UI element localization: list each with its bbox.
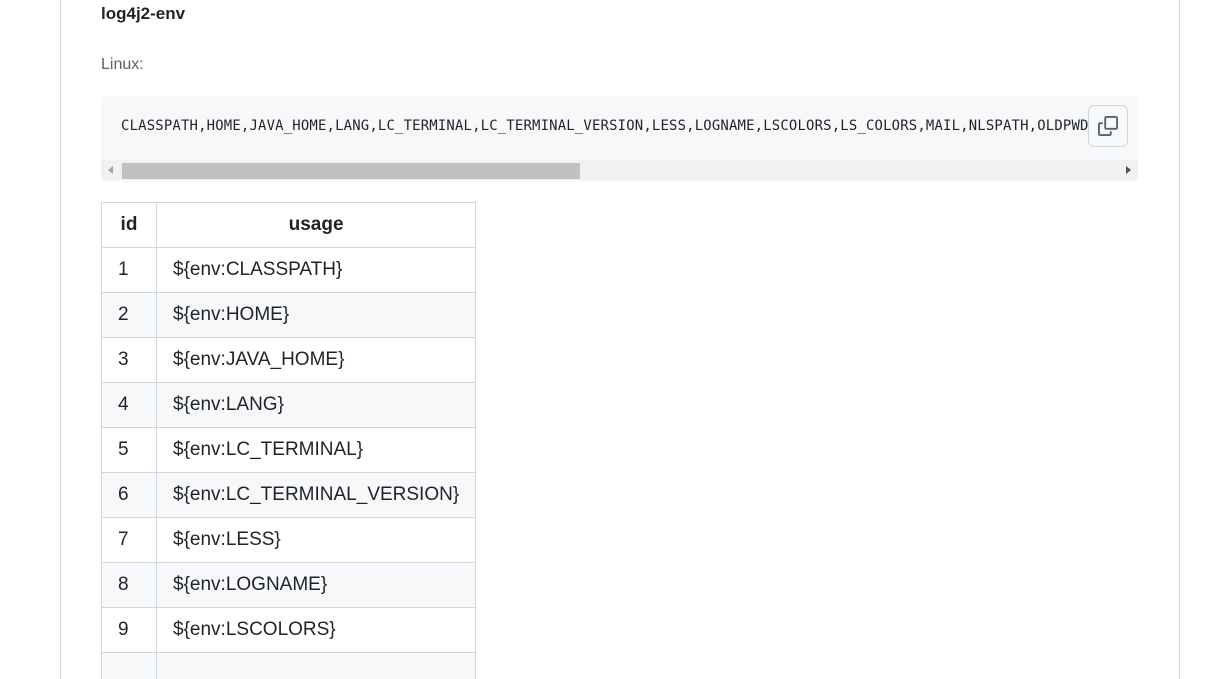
env-usage-table: id usage 1 ${env:CLASSPATH} 2 ${env:HOME… xyxy=(101,202,477,679)
row-id-cell: 6 xyxy=(101,472,157,518)
row-id-cell: 5 xyxy=(101,427,157,473)
row-usage-cell: ${env:LC_TERMINAL_VERSION} xyxy=(155,472,477,518)
row-id-cell: 3 xyxy=(101,337,157,383)
table-row: 3 ${env:JAVA_HOME} xyxy=(101,337,477,383)
table-row: 8 ${env:LOGNAME} xyxy=(101,562,477,608)
markdown-article: log4j2-env Linux: CLASSPATH,HOME,JAVA_HO… xyxy=(60,0,1180,679)
scroll-left-arrow-icon[interactable] xyxy=(101,160,121,180)
table-row: 9 ${env:LSCOLORS} xyxy=(101,607,477,653)
row-id-cell: 2 xyxy=(101,292,157,338)
row-usage-cell: ${env:JAVA_HOME} xyxy=(155,337,477,383)
row-usage-cell: ${env:LOGNAME} xyxy=(155,562,477,608)
row-id-cell: 1 xyxy=(101,247,157,293)
row-usage-cell: ${env:LC_TERMINAL} xyxy=(155,427,477,473)
code-scroll-area[interactable]: CLASSPATH,HOME,JAVA_HOME,LANG,LC_TERMINA… xyxy=(101,96,1138,159)
column-header-id: id xyxy=(101,202,157,248)
code-text[interactable]: CLASSPATH,HOME,JAVA_HOME,LANG,LC_TERMINA… xyxy=(121,118,1089,134)
table-header-row: id usage xyxy=(101,202,477,248)
row-usage-cell: ${env:HOME} xyxy=(155,292,477,338)
copy-button[interactable] xyxy=(1088,105,1128,147)
file-title: log4j2-env xyxy=(101,4,186,23)
row-usage-cell xyxy=(155,652,477,679)
horizontal-scrollbar[interactable] xyxy=(101,160,1138,180)
row-usage-cell: ${env:CLASSPATH} xyxy=(155,247,477,293)
row-id-cell: 7 xyxy=(101,517,157,563)
row-usage-cell: ${env:LSCOLORS} xyxy=(155,607,477,653)
row-id-cell: 9 xyxy=(101,607,157,653)
table-row: 1 ${env:CLASSPATH} xyxy=(101,247,477,293)
scroll-right-arrow-icon[interactable] xyxy=(1118,160,1138,180)
section-label-linux: Linux: xyxy=(101,56,144,73)
row-id-cell: 4 xyxy=(101,382,157,428)
row-usage-cell: ${env:LESS} xyxy=(155,517,477,563)
row-id-cell xyxy=(101,652,157,679)
scrollbar-thumb[interactable] xyxy=(122,163,580,179)
code-block: CLASSPATH,HOME,JAVA_HOME,LANG,LC_TERMINA… xyxy=(101,96,1138,182)
row-usage-cell: ${env:LANG} xyxy=(155,382,477,428)
table-row xyxy=(101,652,477,679)
table-row: 2 ${env:HOME} xyxy=(101,292,477,338)
row-id-cell: 8 xyxy=(101,562,157,608)
table-row: 6 ${env:LC_TERMINAL_VERSION} xyxy=(101,472,477,518)
table-row: 7 ${env:LESS} xyxy=(101,517,477,563)
table-row: 4 ${env:LANG} xyxy=(101,382,477,428)
column-header-usage: usage xyxy=(155,202,477,248)
page: log4j2-env Linux: CLASSPATH,HOME,JAVA_HO… xyxy=(0,0,1215,679)
copy-icon xyxy=(1098,116,1118,136)
table-row: 5 ${env:LC_TERMINAL} xyxy=(101,427,477,473)
